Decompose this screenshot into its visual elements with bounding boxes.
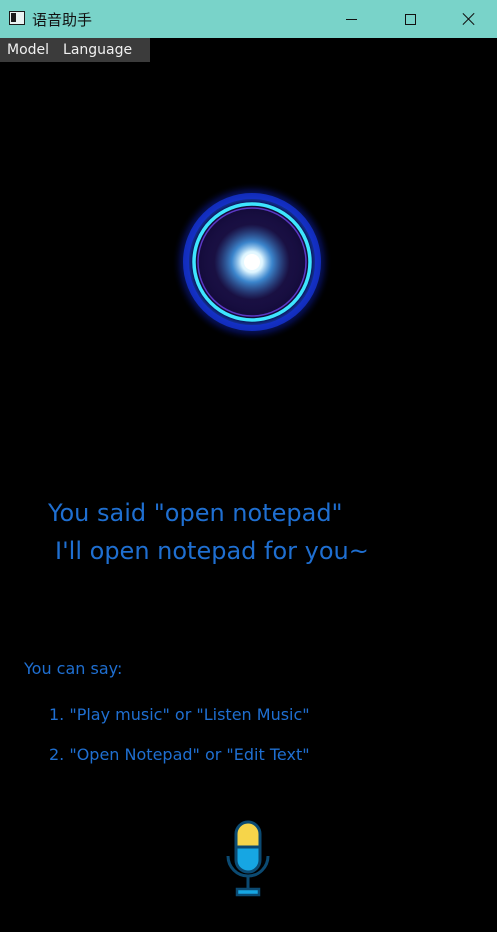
- minimize-icon: [345, 18, 357, 20]
- hint-item: 2. "Open Notepad" or "Edit Text": [49, 745, 310, 764]
- close-button[interactable]: [440, 0, 497, 38]
- assistant-response: You said "open notepad" I'll open notepa…: [48, 494, 369, 570]
- hints-list: 1. "Play music" or "Listen Music" 2. "Op…: [49, 704, 310, 784]
- hints-title: You can say:: [24, 659, 123, 678]
- close-icon: [462, 12, 476, 26]
- window-title: 语音助手: [32, 11, 93, 29]
- microphone-icon: [226, 820, 270, 897]
- voice-orb: [170, 180, 335, 345]
- menu-item-language[interactable]: Language: [56, 38, 139, 62]
- microphone-button[interactable]: [222, 816, 274, 900]
- maximize-icon: [404, 13, 416, 25]
- menu-bar: Model Language: [0, 38, 150, 62]
- menu-item-model[interactable]: Model: [0, 38, 56, 62]
- response-line-1: You said "open notepad": [48, 499, 343, 527]
- hint-item: 1. "Play music" or "Listen Music": [49, 705, 310, 724]
- minimize-button[interactable]: [322, 0, 380, 38]
- response-line-2: I'll open notepad for you~: [55, 537, 369, 565]
- maximize-button[interactable]: [381, 0, 439, 38]
- app-icon: [9, 11, 25, 25]
- title-bar[interactable]: 语音助手: [0, 0, 497, 38]
